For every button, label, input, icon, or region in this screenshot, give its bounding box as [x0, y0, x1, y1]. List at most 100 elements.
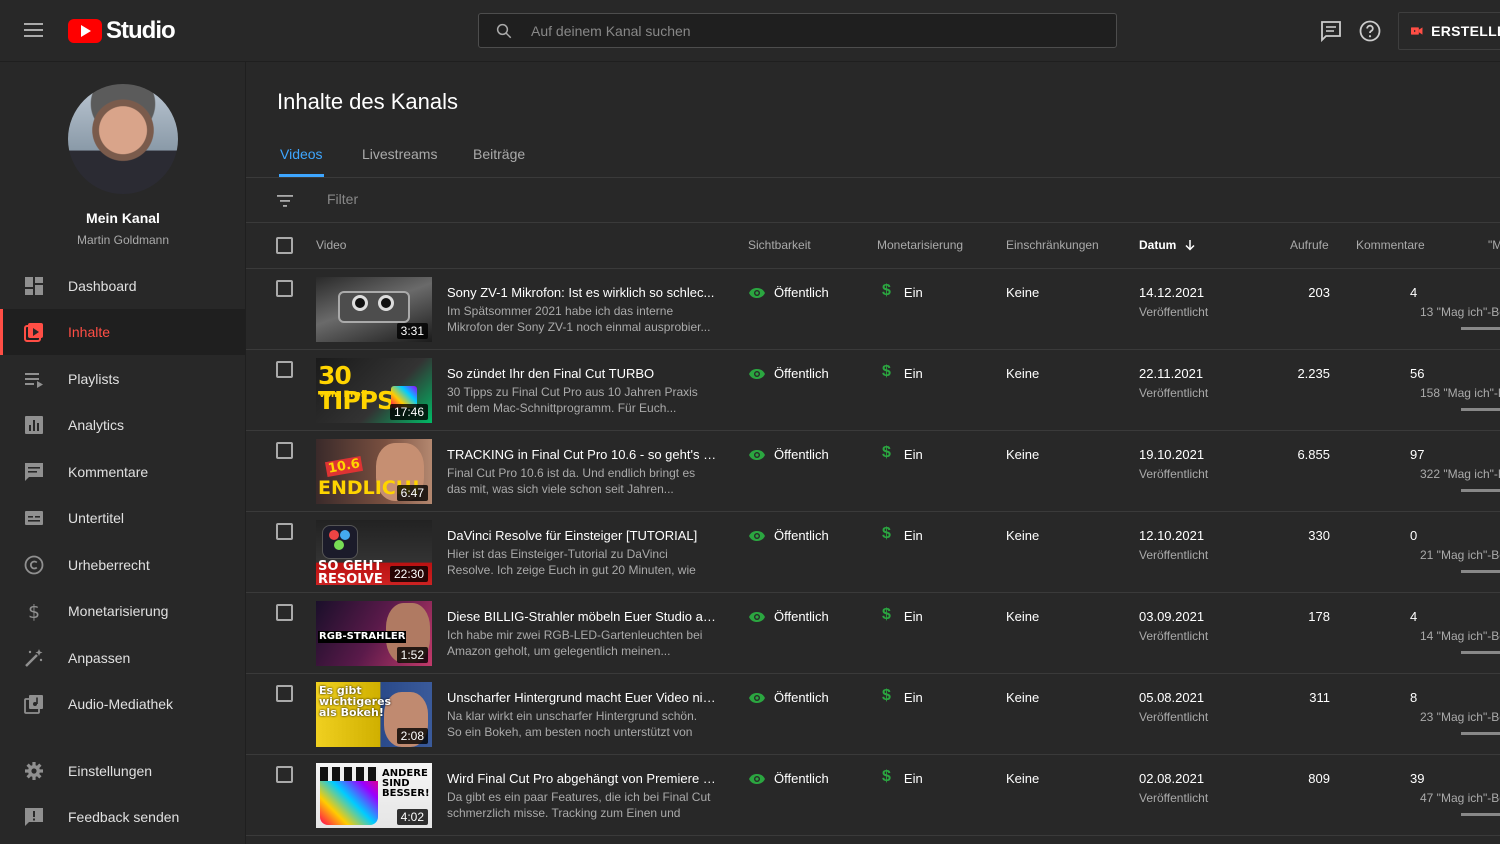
create-button[interactable]: ERSTELLEN [1398, 12, 1500, 50]
sidebar-item-settings[interactable]: Einstellungen [0, 748, 245, 794]
video-title[interactable]: Sony ZV-1 Mikrofon: Ist es wirklich so s… [447, 285, 717, 300]
likes-count: 13 "Mag ich"-Be [1420, 305, 1500, 319]
sidebar-item-send-feedback[interactable]: Feedback senden [0, 794, 245, 840]
filter-icon[interactable] [276, 192, 294, 208]
table-row[interactable]: RGB-STRAHLER 1:52 Diese BILLIG-Strahler … [246, 593, 1500, 674]
column-header-visibility[interactable]: Sichtbarkeit [748, 238, 811, 252]
sidebar-item-subtitles[interactable]: Untertitel [0, 495, 245, 541]
logo-text: Studio [106, 17, 176, 44]
monetization-status[interactable]: $ Ein [882, 282, 923, 300]
column-header-comments[interactable]: Kommentare [1356, 238, 1425, 252]
video-title[interactable]: DaVinci Resolve für Einsteiger [TUTORIAL… [447, 528, 717, 543]
playlists-icon [25, 373, 43, 388]
sidebar-item-dashboard[interactable]: Dashboard [0, 263, 245, 309]
sidebar-item-copyright[interactable]: Urheberrecht [0, 542, 245, 588]
visibility-status[interactable]: Öffentlich [748, 609, 829, 624]
sidebar-item-content[interactable]: Inhalte [0, 309, 245, 355]
select-all-checkbox[interactable] [276, 237, 293, 254]
restrictions-value: Keine [1006, 366, 1040, 381]
visibility-status[interactable]: Öffentlich [748, 771, 829, 786]
video-title[interactable]: Diese BILLIG-Strahler möbeln Euer Studio… [447, 609, 717, 624]
sidebar-item-audio-library[interactable]: Audio-Mediathek [0, 681, 245, 727]
visibility-status[interactable]: Öffentlich [748, 447, 829, 462]
publish-status: Veröffentlicht [1139, 629, 1209, 643]
visibility-label: Öffentlich [774, 285, 829, 300]
visibility-status[interactable]: Öffentlich [748, 690, 829, 705]
visibility-status[interactable]: Öffentlich [748, 528, 829, 543]
monetization-status[interactable]: $ Ein [882, 687, 923, 705]
dollar-icon: $ [882, 525, 891, 542]
video-thumbnail[interactable]: SO GEHT RESOLVE 22:30 [316, 520, 432, 585]
sidebar-item-label: Monetarisierung [68, 603, 169, 619]
video-thumbnail[interactable]: Es gibt wichtigeres als Bokeh! 2:08 [316, 682, 432, 747]
table-row[interactable]: 3:31 Sony ZV-1 Mikrofon: Ist es wirklich… [246, 269, 1500, 350]
publish-status: Veröffentlicht [1139, 791, 1209, 805]
channel-avatar[interactable] [68, 84, 178, 194]
visibility-status[interactable]: Öffentlich [748, 285, 829, 300]
column-header-likes[interactable]: "M [1488, 238, 1500, 252]
feedback-message-icon[interactable] [1319, 19, 1343, 43]
audio-library-icon [24, 695, 43, 714]
publish-date: 12.10.2021 [1139, 528, 1205, 543]
video-duration: 2:08 [396, 728, 428, 744]
tab-posts[interactable]: Beiträge [473, 146, 525, 162]
row-checkbox[interactable] [276, 604, 293, 621]
publish-date: 22.11.2021 [1139, 366, 1204, 381]
column-header-video[interactable]: Video [316, 238, 346, 252]
table-row[interactable]: ANDERE SIND BESSER! 4:02 Wird Final Cut … [246, 755, 1500, 836]
help-icon[interactable] [1358, 19, 1382, 43]
column-header-restrictions[interactable]: Einschränkungen [1006, 238, 1099, 252]
monetization-status[interactable]: $ Ein [882, 363, 923, 381]
search-input[interactable] [531, 22, 1051, 39]
video-title[interactable]: Unscharfer Hintergrund macht Euer Video … [447, 690, 717, 705]
restrictions-value: Keine [1006, 528, 1040, 543]
monetization-status[interactable]: $ Ein [882, 606, 923, 624]
table-row[interactable]: SO GEHT RESOLVE 22:30 DaVinci Resolve fü… [246, 512, 1500, 593]
row-checkbox[interactable] [276, 361, 293, 378]
row-checkbox[interactable] [276, 280, 293, 297]
tab-livestreams[interactable]: Livestreams [362, 146, 437, 162]
dollar-icon: $ [28, 601, 40, 621]
video-thumbnail[interactable]: 30 TIPPS vom Profi 17:46 [316, 358, 432, 423]
comments-count: 39 [1410, 771, 1425, 786]
publish-date: 05.08.2021 [1139, 690, 1205, 705]
video-title[interactable]: Wird Final Cut Pro abgehängt von Premier… [447, 771, 717, 786]
hamburger-menu-icon[interactable] [22, 19, 46, 43]
video-title[interactable]: TRACKING in Final Cut Pro 10.6 - so geht… [447, 447, 717, 462]
video-title[interactable]: So zündet Ihr den Final Cut TURBO [447, 366, 717, 381]
search-box[interactable] [478, 13, 1117, 48]
eye-icon [749, 368, 765, 379]
monetization-status[interactable]: $ Ein [882, 768, 923, 786]
row-checkbox[interactable] [276, 523, 293, 540]
publish-status: Veröffentlicht [1139, 467, 1209, 481]
monetization-status[interactable]: $ Ein [882, 525, 923, 543]
column-header-date[interactable]: Datum [1139, 238, 1196, 252]
table-row[interactable]: 30 TIPPS vom Profi 17:46 So zündet Ihr de… [246, 350, 1500, 431]
visibility-label: Öffentlich [774, 771, 829, 786]
visibility-status[interactable]: Öffentlich [748, 366, 829, 381]
video-thumbnail[interactable]: RGB-STRAHLER 1:52 [316, 601, 432, 666]
comments-icon [25, 463, 43, 481]
sidebar-item-customize[interactable]: Anpassen [0, 635, 245, 681]
filter-input[interactable] [327, 191, 727, 207]
sidebar-item-playlists[interactable]: Playlists [0, 356, 245, 402]
tab-videos[interactable]: Videos [280, 146, 323, 162]
video-thumbnail[interactable]: 3:31 [316, 277, 432, 342]
sidebar-item-comments[interactable]: Kommentare [0, 449, 245, 495]
video-thumbnail[interactable]: ANDERE SIND BESSER! 4:02 [316, 763, 432, 828]
sidebar-item-monetization[interactable]: $ Monetarisierung [0, 588, 245, 634]
table-row[interactable]: Es gibt wichtigeres als Bokeh! 2:08 Unsc… [246, 674, 1500, 755]
video-thumbnail[interactable]: 10.6 ENDLICH! 6:47 [316, 439, 432, 504]
column-header-views[interactable]: Aufrufe [1290, 238, 1329, 252]
column-header-monetization[interactable]: Monetarisierung [877, 238, 963, 252]
monetization-status[interactable]: $ Ein [882, 444, 923, 462]
likes-count: 322 "Mag ich"-Be [1420, 467, 1500, 481]
row-checkbox[interactable] [276, 766, 293, 783]
video-description: Im Spätsommer 2021 habe ich das interne … [447, 304, 711, 334]
row-checkbox[interactable] [276, 442, 293, 459]
row-checkbox[interactable] [276, 685, 293, 702]
visibility-label: Öffentlich [774, 609, 829, 624]
table-row[interactable]: 10.6 ENDLICH! 6:47 TRACKING in Final Cut … [246, 431, 1500, 512]
studio-logo[interactable]: Studio [68, 17, 176, 45]
sidebar-item-analytics[interactable]: Analytics [0, 402, 245, 448]
